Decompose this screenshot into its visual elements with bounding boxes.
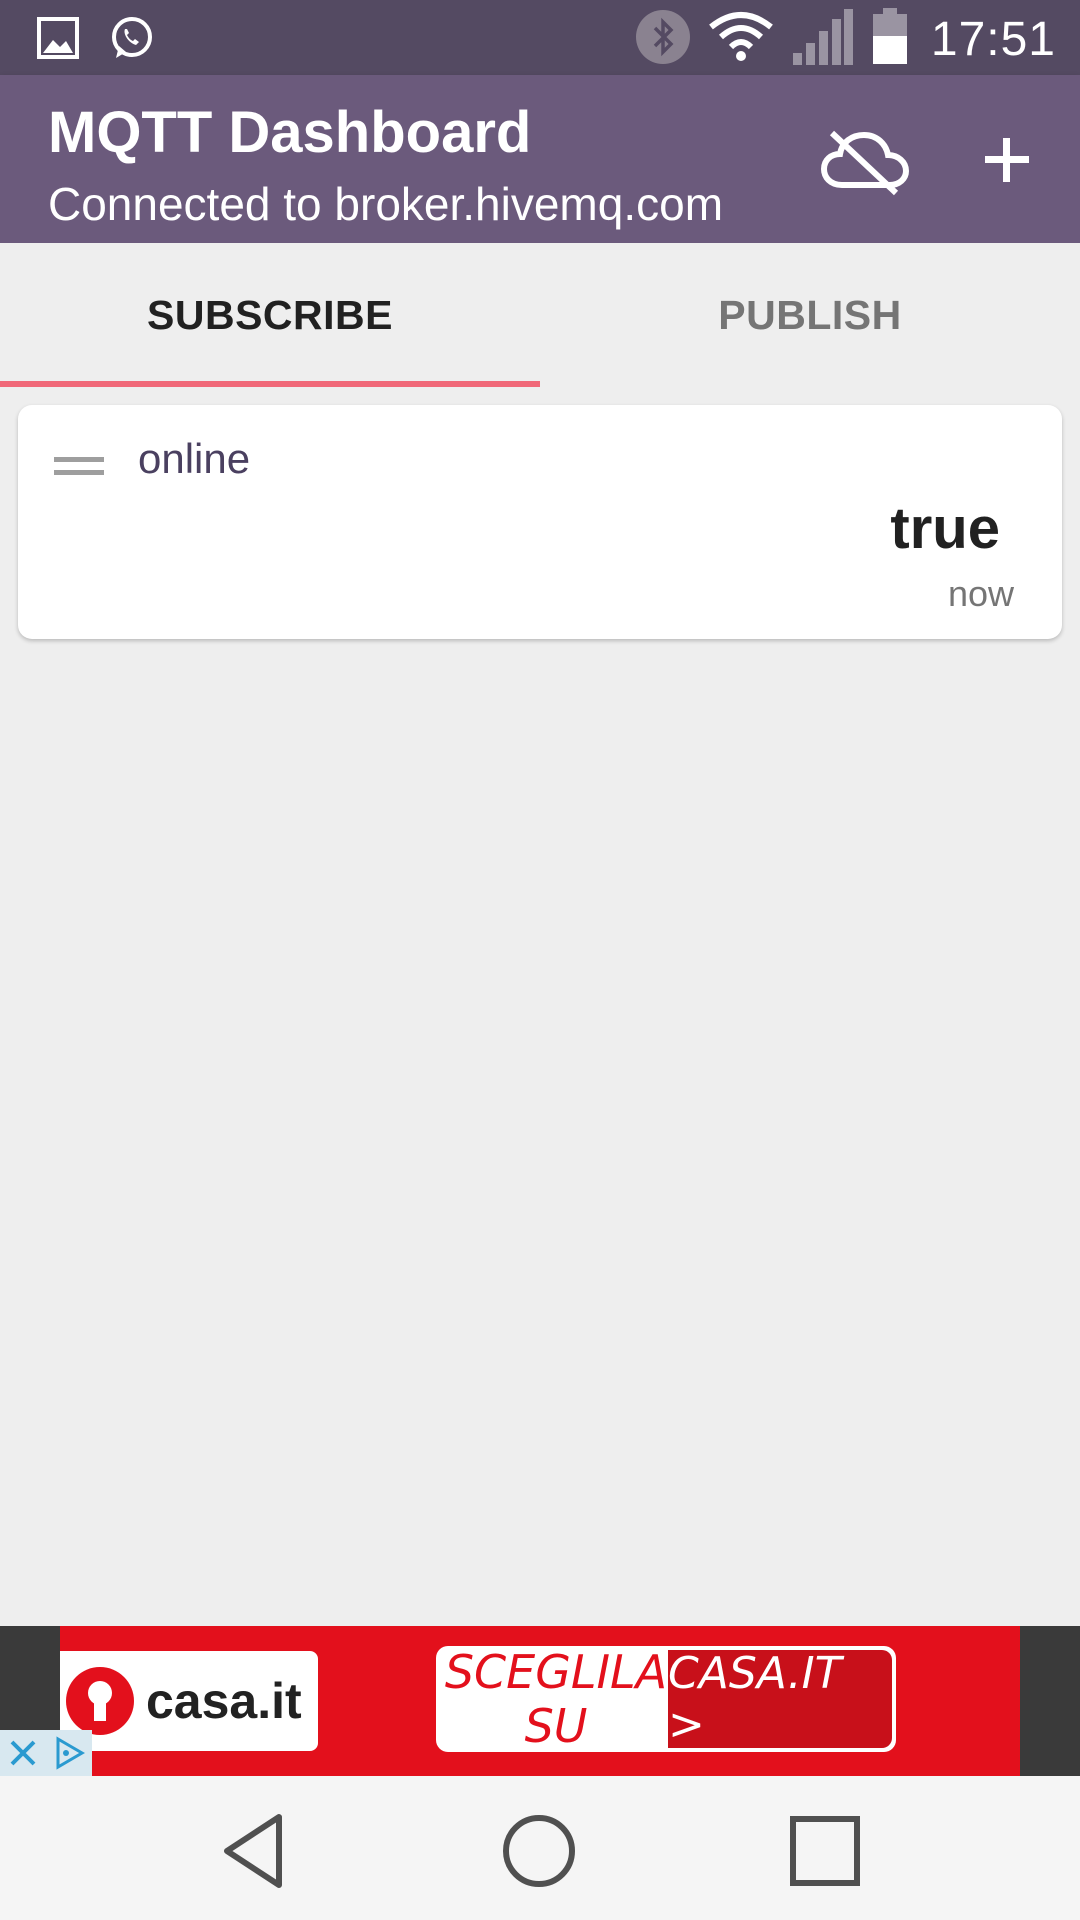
connection-status: Connected to broker.hivemq.com [48,178,724,230]
disconnect-button[interactable] [820,127,910,197]
back-button[interactable] [210,1806,300,1896]
cloud-off-icon [820,130,910,196]
whatsapp-icon [108,14,156,67]
signal-icon [791,9,853,70]
app-bar: MQTT Dashboard Connected to broker.hivem… [0,75,1080,243]
ad-logo: casa.it [60,1651,318,1751]
drag-handle-icon[interactable] [54,457,104,477]
bluetooth-icon [635,9,691,70]
ad-cta-text: SCEGLILA SU [444,1646,668,1752]
wifi-icon [709,9,773,70]
status-bar: 17:51 [0,0,1080,75]
tab-indicator [0,381,540,387]
gallery-icon [36,16,80,65]
tab-subscribe[interactable]: SUBSCRIBE [0,243,540,388]
home-button[interactable] [494,1806,584,1896]
close-icon[interactable] [0,1730,46,1776]
back-icon [224,1814,282,1888]
keyhole-icon [66,1667,134,1735]
add-button[interactable] [972,125,1042,195]
add-icon [985,138,1029,182]
status-right-icons: 17:51 [635,8,1056,71]
card-timestamp: now [947,573,1014,614]
ad-cta-link: CASA.IT > [668,1648,892,1750]
home-icon [503,1815,575,1887]
card-value: true [890,496,1000,561]
recent-apps-button[interactable] [780,1806,870,1896]
battery-icon [871,8,909,71]
app-title: MQTT Dashboard [48,100,532,165]
subscription-card[interactable]: online true now [18,405,1062,639]
tab-publish[interactable]: PUBLISH [540,243,1080,388]
tab-bar: SUBSCRIBE PUBLISH [0,243,1080,388]
screen: 17:51 MQTT Dashboard Connected to broker… [0,0,1080,1920]
ad-banner[interactable]: casa.it SCEGLILA SU CASA.IT > [60,1626,1020,1776]
status-left-icons [36,14,156,67]
ad-brand: casa.it [146,1673,302,1729]
recent-apps-icon [790,1816,860,1886]
navigation-bar [0,1776,1080,1920]
adchoices-icon[interactable] [46,1730,92,1776]
status-time: 17:51 [930,13,1056,66]
card-topic: online [138,435,251,482]
ad-choices[interactable] [0,1730,92,1776]
ad-container: casa.it SCEGLILA SU CASA.IT > [0,1626,1080,1776]
ad-cta[interactable]: SCEGLILA SU CASA.IT > [436,1646,896,1752]
